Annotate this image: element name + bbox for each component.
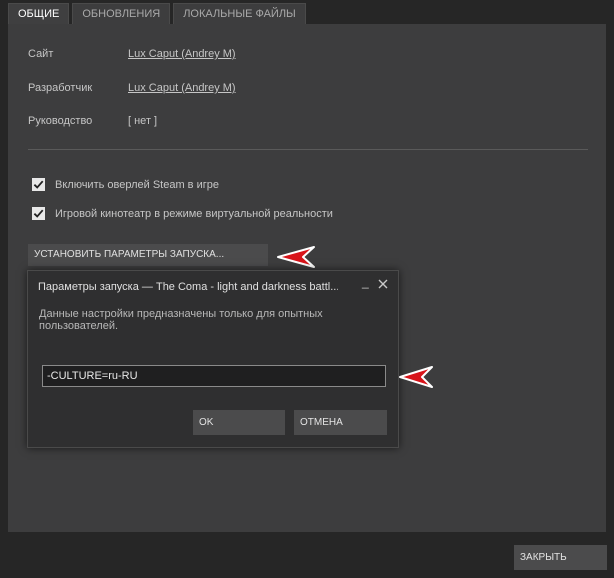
ok-button[interactable]: OK [193,410,285,435]
dialog-title: Параметры запуска — The Coma - light and… [38,281,338,293]
close-button[interactable]: ЗАКРЫТЬ [514,545,607,570]
vr-theater-option[interactable]: Игровой кинотеатр в режиме виртуальной р… [32,207,333,220]
manual-value: [ нет ] [128,115,158,127]
developer-link[interactable]: Lux Caput (Andrey M) [128,82,236,94]
vr-theater-label: Игровой кинотеатр в режиме виртуальной р… [55,207,333,220]
cancel-button[interactable]: ОТМЕНА [294,410,387,435]
site-link[interactable]: Lux Caput (Andrey M) [128,48,236,60]
tab-general[interactable]: ОБЩИЕ [8,3,70,24]
minimize-icon[interactable]: _ [362,275,369,289]
tab-local-files[interactable]: ЛОКАЛЬНЫЕ ФАЙЛЫ [173,3,306,24]
launch-options-input[interactable]: -CULTURE=ru-RU [42,365,386,387]
overlay-label: Включить оверлей Steam в игре [55,178,219,191]
overlay-checkbox[interactable] [32,178,45,191]
close-icon[interactable] [377,278,389,290]
vr-theater-checkbox[interactable] [32,207,45,220]
dialog-description: Данные настройки предназначены только дл… [39,308,323,332]
red-arrow-icon [399,366,433,388]
tab-bar: ОБЩИЕ ОБНОВЛЕНИЯ ЛОКАЛЬНЫЕ ФАЙЛЫ [8,3,309,24]
site-label: Сайт [28,48,54,60]
manual-label: Руководство [28,115,93,127]
set-launch-options-button[interactable]: УСТАНОВИТЬ ПАРАМЕТРЫ ЗАПУСКА... [28,244,268,266]
section-divider [28,149,588,150]
launch-options-dialog: Параметры запуска — The Coma - light and… [27,270,399,448]
red-arrow-icon [277,246,315,268]
overlay-option[interactable]: Включить оверлей Steam в игре [32,178,219,191]
checkmark-icon [33,209,44,218]
developer-label: Разработчик [28,82,93,94]
checkmark-icon [33,180,44,189]
tab-updates[interactable]: ОБНОВЛЕНИЯ [72,3,171,24]
